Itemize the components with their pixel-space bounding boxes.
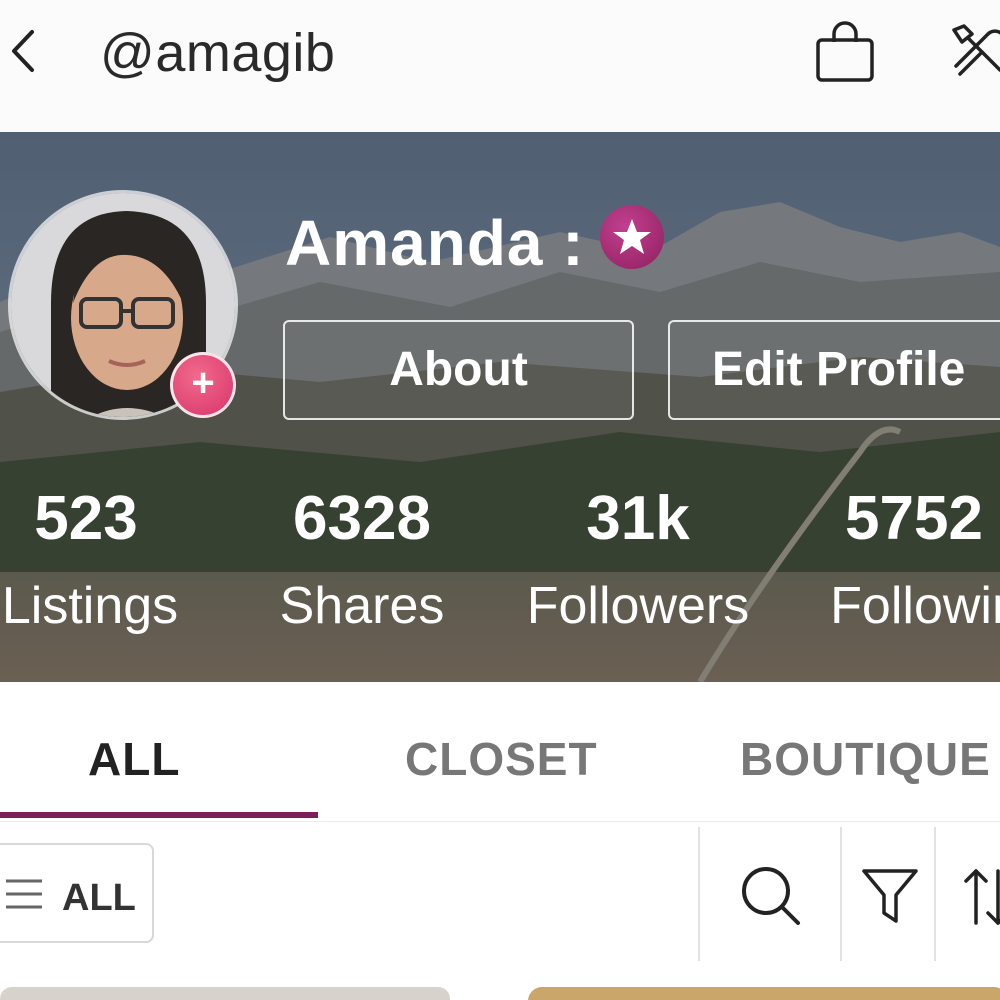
menu-icon [6,879,42,909]
divider [934,827,936,961]
divider [840,827,842,961]
closet-tabs: ALL CLOSET BOUTIQUE [0,682,1000,822]
listing-grid [0,965,1000,1000]
tab-all[interactable]: ALL [88,732,180,786]
star-badge-icon[interactable] [600,205,664,269]
add-photo-button[interactable]: + [170,352,236,418]
listing-thumbnail[interactable] [0,987,450,1000]
stat-value: 6328 [293,484,431,553]
about-button[interactable]: About [283,320,634,420]
stat-label: Listings [1,577,179,635]
top-bar: @amagib [0,0,1000,132]
stat-label: Followers [526,577,750,635]
divider [698,827,700,961]
stat-label: Following [830,577,1000,635]
sort-icon[interactable] [962,863,1000,929]
stat-value: 5752 [845,484,983,553]
tab-boutique[interactable]: BOUTIQUE [740,732,991,786]
category-filter-button[interactable]: ALL [0,843,154,943]
edit-profile-button[interactable]: Edit Profile [668,320,1000,420]
listing-thumbnail[interactable] [528,987,1000,1000]
tools-icon[interactable] [948,20,1000,82]
stat-label: Shares [279,577,445,635]
active-tab-indicator [0,812,318,818]
search-icon[interactable] [738,863,804,929]
tab-closet[interactable]: CLOSET [405,732,598,786]
profile-handle: @amagib [100,23,336,83]
shopping-bag-icon[interactable] [814,20,876,84]
chevron-left-icon[interactable] [4,26,44,76]
stat-value: 523 [34,484,138,553]
profile-name: Amanda : [285,207,585,279]
filter-icon[interactable] [860,865,920,927]
filter-bar: ALL [0,823,1000,965]
stat-value: 31k [586,484,690,553]
category-filter-label: ALL [62,877,136,919]
